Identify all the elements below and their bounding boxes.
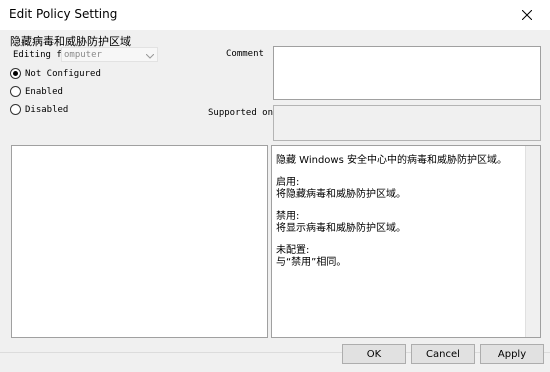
help-panel: 隐藏 Windows 安全中心中的病毒和威胁防护区域。 启用: 将隐藏病毒和威胁… [271, 145, 541, 338]
close-button[interactable] [504, 0, 550, 30]
options-panel [11, 145, 268, 338]
radio-circle [10, 104, 21, 115]
radio-not-configured[interactable]: Not Configured [10, 68, 101, 79]
close-icon [522, 10, 532, 20]
radio-label: Disabled [25, 104, 69, 115]
help-text: 隐藏 Windows 安全中心中的病毒和威胁防护区域。 启用: 将隐藏病毒和威胁… [276, 155, 507, 279]
help-paragraph: 未配置: 与“禁用”相同。 [276, 245, 347, 268]
ok-button[interactable]: OK [342, 344, 406, 364]
comment-label: Comment [226, 49, 264, 59]
supported-on-field [273, 105, 541, 141]
radio-label: Enabled [25, 86, 63, 97]
chevron-down-icon [145, 52, 155, 62]
radio-circle [10, 68, 21, 79]
cancel-button[interactable]: Cancel [411, 344, 475, 364]
help-scrollbar[interactable] [525, 146, 540, 337]
help-paragraph: 禁用: 将显示病毒和威胁防护区域。 [276, 211, 406, 234]
radio-disabled[interactable]: Disabled [10, 104, 68, 115]
title-bar: Edit Policy Setting [0, 0, 550, 30]
window-title: Edit Policy Setting [9, 7, 118, 21]
radio-enabled[interactable]: Enabled [10, 86, 63, 97]
comment-field[interactable] [273, 46, 541, 100]
help-paragraph: 启用: 将隐藏病毒和威胁防护区域。 [276, 177, 406, 200]
supported-on-label: Supported on [208, 108, 274, 118]
editing-for-value: omputer [64, 50, 102, 60]
apply-button[interactable]: Apply [480, 344, 544, 364]
radio-circle [10, 86, 21, 97]
help-paragraph: 隐藏 Windows 安全中心中的病毒和威胁防护区域。 [276, 155, 507, 166]
editing-for-select: omputer [61, 47, 158, 62]
radio-selected-dot [13, 71, 18, 76]
radio-label: Not Configured [25, 68, 101, 79]
